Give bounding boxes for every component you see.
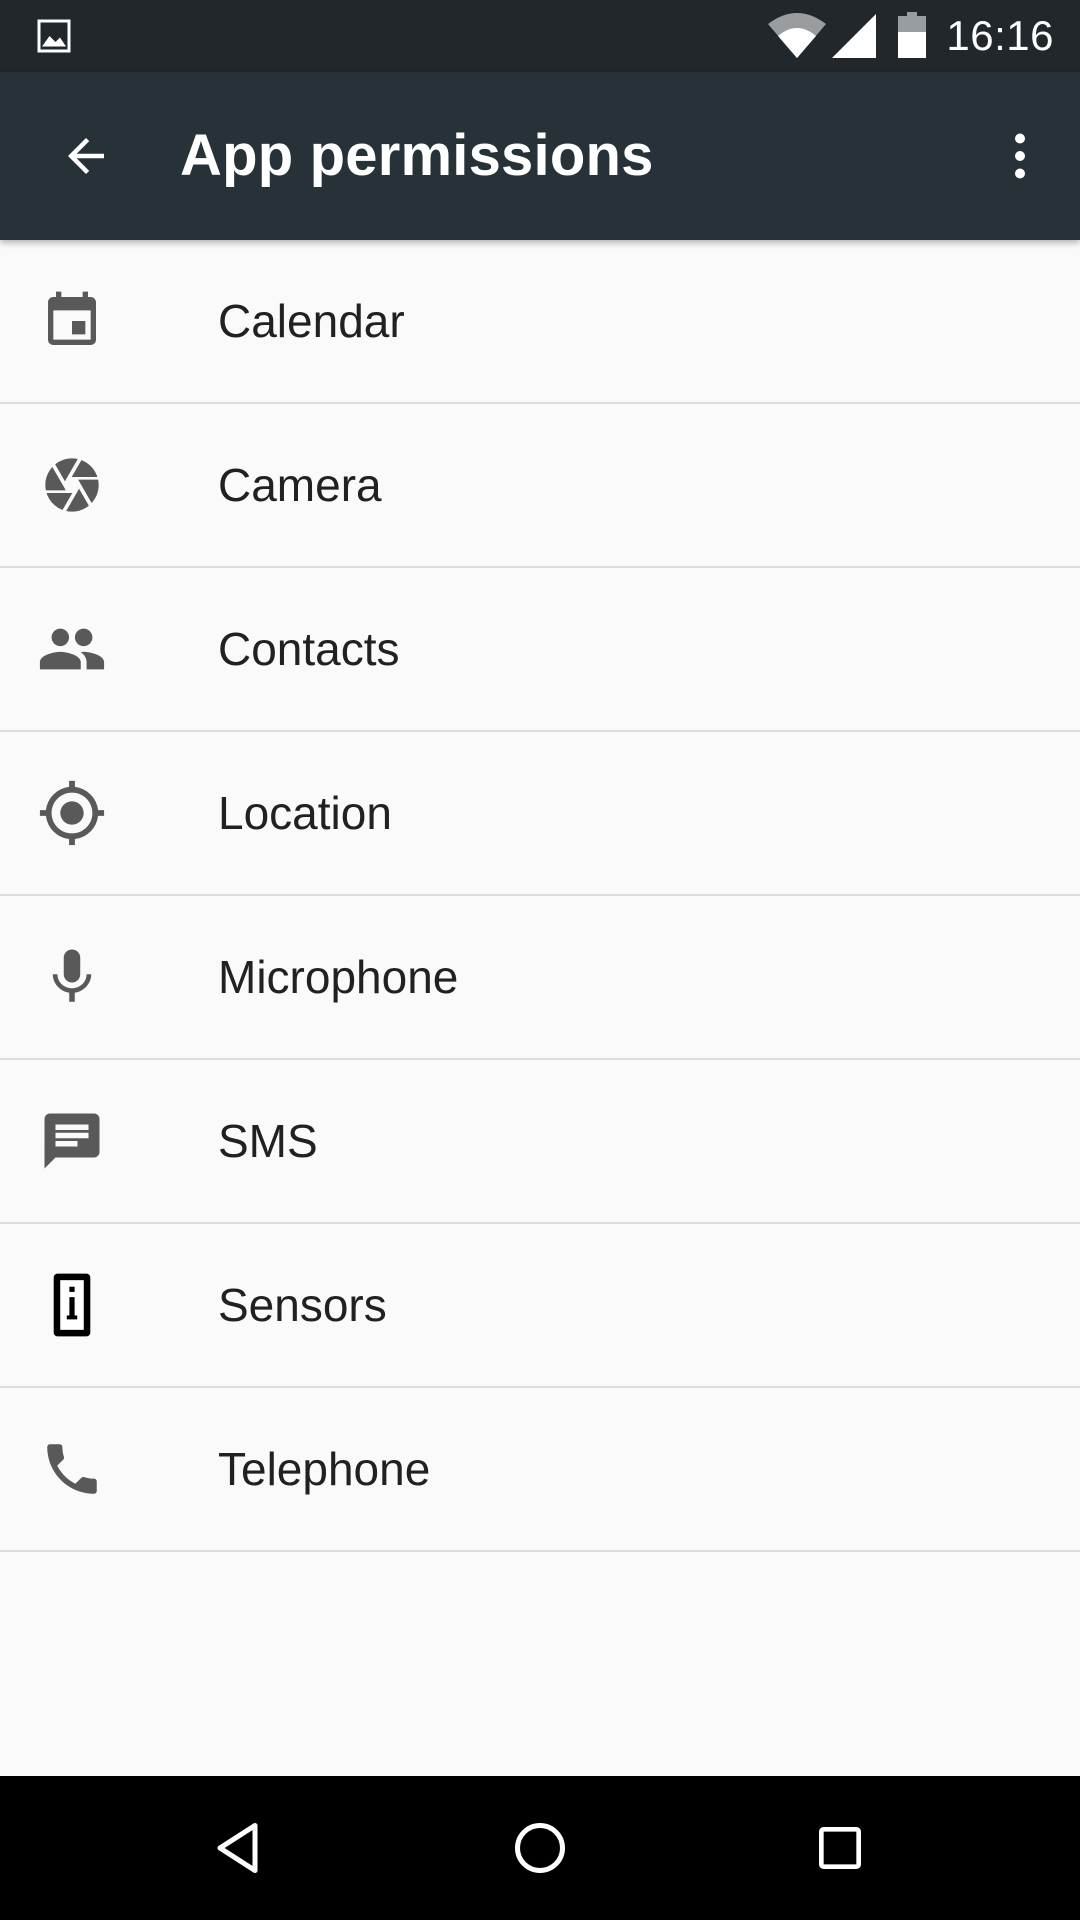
permission-item-sensors[interactable]: Sensors [0, 1224, 1080, 1388]
message-icon [36, 1105, 108, 1177]
nav-recents-button[interactable] [792, 1800, 888, 1896]
calendar-icon [36, 285, 108, 357]
status-bar: 16:16 [0, 0, 1080, 72]
location-target-icon [36, 777, 108, 849]
permission-label: SMS [218, 1115, 318, 1167]
permission-item-sms[interactable]: SMS [0, 1060, 1080, 1224]
sensors-icon [36, 1269, 108, 1341]
permission-label: Telephone [218, 1443, 431, 1495]
people-icon [36, 613, 108, 685]
nav-home-icon [515, 1823, 565, 1873]
cell-signal-icon [832, 14, 876, 58]
permission-label: Calendar [218, 295, 405, 347]
permission-label: Contacts [218, 623, 400, 675]
app-permissions-screen: 16:16 App permissions Calendar Camera Co… [0, 0, 1080, 1920]
permission-label: Microphone [218, 951, 459, 1003]
permission-item-location[interactable]: Location [0, 732, 1080, 896]
permission-list: Calendar Camera Contacts Location Microp… [0, 240, 1080, 1552]
battery-icon [898, 12, 926, 58]
permission-item-camera[interactable]: Camera [0, 404, 1080, 568]
nav-back-button[interactable] [192, 1800, 288, 1896]
nav-back-icon [217, 1823, 258, 1873]
permission-item-microphone[interactable]: Microphone [0, 896, 1080, 1060]
permission-item-telephone[interactable]: Telephone [0, 1388, 1080, 1552]
back-button[interactable] [38, 108, 134, 204]
navigation-bar [0, 1776, 1080, 1920]
arrow-back-icon [68, 138, 104, 174]
wifi-icon [768, 13, 826, 58]
app-toolbar: App permissions [0, 72, 1080, 240]
permission-label: Location [218, 787, 392, 839]
nav-home-button[interactable] [492, 1800, 588, 1896]
permission-label: Camera [218, 459, 382, 511]
overflow-menu-button[interactable] [972, 108, 1068, 204]
phone-icon [36, 1433, 108, 1505]
gallery-notification-icon [37, 19, 71, 53]
page-title: App permissions [180, 123, 654, 188]
microphone-icon [36, 941, 108, 1013]
permission-item-calendar[interactable]: Calendar [0, 240, 1080, 404]
status-clock: 16:16 [946, 12, 1054, 59]
permission-label: Sensors [218, 1279, 387, 1331]
camera-shutter-icon [36, 449, 108, 521]
permission-item-contacts[interactable]: Contacts [0, 568, 1080, 732]
more-vert-icon [1015, 133, 1025, 179]
nav-recents-icon [819, 1827, 861, 1869]
